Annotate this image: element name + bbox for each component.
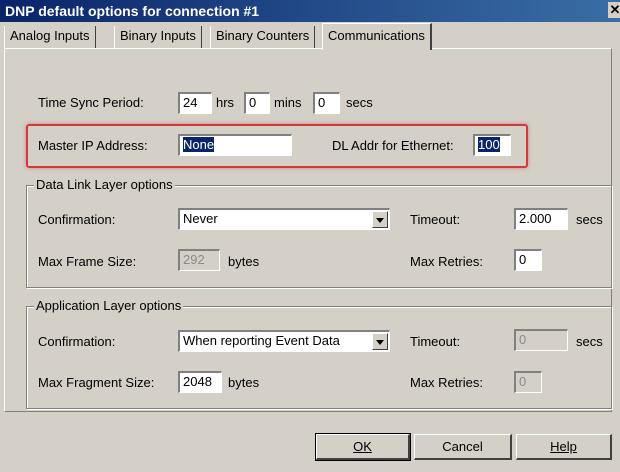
time-sync-secs-input[interactable]: 0 (313, 92, 340, 114)
chevron-down-icon[interactable] (372, 211, 388, 228)
ok-button-label: OK (353, 439, 372, 454)
close-icon[interactable]: ✕ (608, 2, 620, 18)
window-title: DNP default options for connection #1 (5, 3, 260, 19)
hrs-unit-label: hrs (216, 95, 235, 110)
chevron-down-icon[interactable] (372, 333, 388, 350)
dl-confirmation-label: Confirmation: (38, 212, 116, 227)
dl-addr-label: DL Addr for Ethernet: (332, 138, 454, 153)
dialog-window: DNP default options for connection #1 ✕ … (0, 0, 620, 472)
ok-button[interactable]: OK (315, 433, 411, 461)
max-fragment-input[interactable]: 2048 (178, 371, 222, 393)
master-ip-input[interactable]: None (178, 134, 292, 156)
cancel-button[interactable]: Cancel (414, 434, 512, 460)
time-sync-mins-input[interactable]: 0 (244, 92, 270, 114)
dl-retries-input[interactable]: 0 (514, 249, 542, 271)
app-timeout-unit: secs (576, 334, 603, 349)
tab-communications[interactable]: Communications (322, 23, 432, 50)
mins-unit-label: mins (274, 95, 302, 110)
app-confirmation-value: When reporting Event Data (183, 333, 340, 348)
data-link-legend: Data Link Layer options (34, 177, 175, 192)
dl-timeout-label: Timeout: (410, 212, 461, 227)
app-retries-input[interactable]: 0 (514, 371, 542, 393)
master-ip-label: Master IP Address: (38, 138, 148, 153)
time-sync-hrs-input[interactable]: 24 (178, 92, 212, 114)
tab-analog-inputs[interactable]: Analog Inputs (4, 26, 96, 48)
max-fragment-label: Max Fragment Size: (38, 375, 155, 390)
app-confirmation-select[interactable]: When reporting Event Data (178, 330, 390, 352)
max-frame-label: Max Frame Size: (38, 254, 137, 269)
app-timeout-input[interactable]: 0 (514, 329, 568, 351)
dl-addr-value: 100 (478, 137, 500, 152)
application-group (26, 306, 612, 409)
dl-addr-input[interactable]: 100 (473, 134, 511, 156)
dl-confirmation-select[interactable]: Never (178, 208, 390, 230)
help-button[interactable]: Help (516, 434, 612, 460)
dl-retries-label: Max Retries: (410, 254, 483, 269)
app-timeout-label: Timeout: (410, 334, 461, 349)
data-link-group (26, 185, 612, 288)
master-ip-value: None (183, 137, 215, 152)
time-sync-label: Time Sync Period: (38, 95, 144, 110)
app-confirmation-label: Confirmation: (38, 334, 116, 349)
dl-confirmation-value: Never (183, 211, 218, 226)
max-frame-input[interactable]: 292 (178, 249, 220, 271)
dl-timeout-unit: secs (576, 212, 603, 227)
application-legend: Application Layer options (34, 298, 184, 313)
help-button-label: Help (550, 439, 577, 454)
dl-timeout-input[interactable]: 2.000 (514, 208, 568, 230)
app-retries-label: Max Retries: (410, 375, 483, 390)
secs-unit-label: secs (346, 95, 373, 110)
tab-binary-inputs[interactable]: Binary Inputs (114, 26, 202, 48)
max-frame-unit: bytes (228, 254, 260, 269)
max-fragment-unit: bytes (228, 375, 260, 390)
title-bar: DNP default options for connection #1 ✕ (0, 0, 620, 22)
tab-binary-counters[interactable]: Binary Counters (210, 26, 316, 48)
